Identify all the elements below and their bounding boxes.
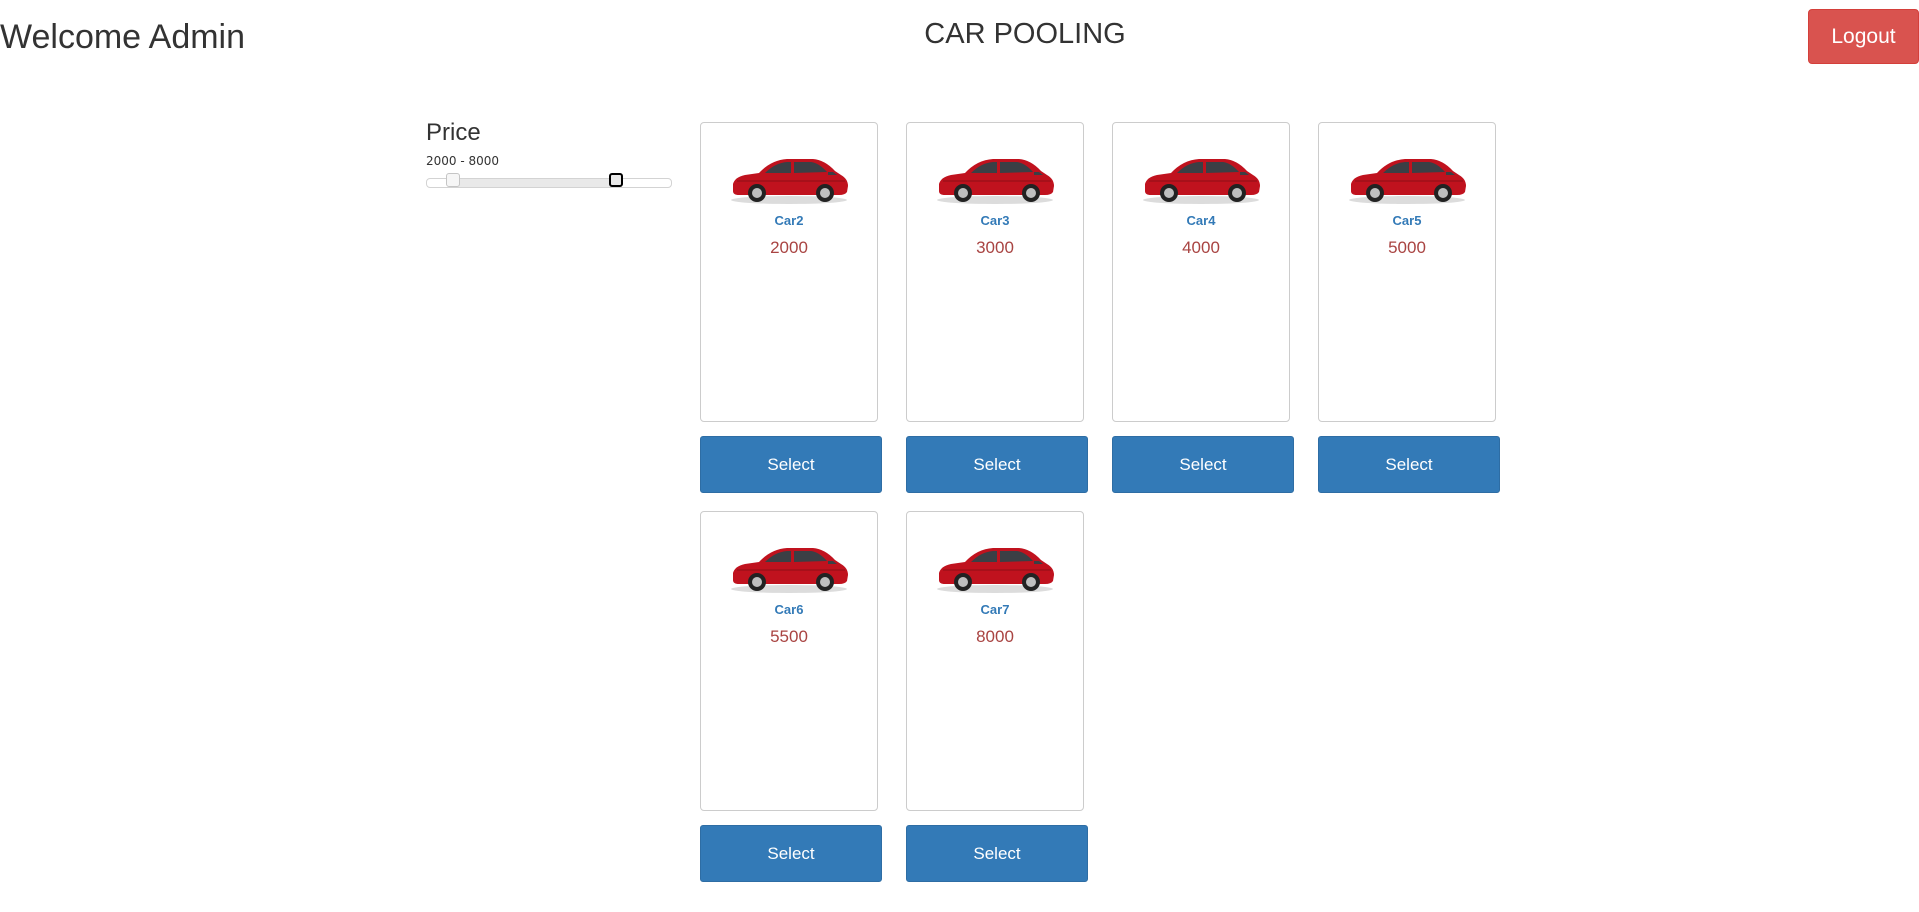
car-item-car5: Car5 5000 Select — [1318, 122, 1500, 493]
car-price: 2000 — [770, 238, 808, 257]
price-slider-range — [454, 179, 617, 187]
car-price: 8000 — [976, 627, 1014, 646]
red-car-icon — [937, 159, 1054, 204]
price-slider[interactable] — [426, 173, 672, 188]
select-button[interactable]: Select — [700, 825, 882, 882]
car-name[interactable]: Car4 — [1113, 213, 1289, 228]
car-card: Car5 5000 — [1318, 122, 1496, 422]
select-button[interactable]: Select — [1112, 436, 1294, 493]
car-card: Car3 3000 — [906, 122, 1084, 422]
app-title: CAR POOLING — [924, 18, 1126, 50]
price-filter: Price 2000 - 8000 — [426, 118, 672, 188]
car-grid: Car2 2000 Select Car3 3000 Select Car4 4… — [700, 122, 1506, 882]
car-item-car6: Car6 5500 Select — [700, 511, 882, 882]
price-range-text: 2000 - 8000 — [426, 154, 500, 168]
car-item-car2: Car2 2000 Select — [700, 122, 882, 493]
select-button[interactable]: Select — [906, 436, 1088, 493]
red-car-icon — [731, 548, 848, 593]
red-car-icon — [1349, 159, 1466, 204]
car-name[interactable]: Car5 — [1319, 213, 1495, 228]
car-card: Car4 4000 — [1112, 122, 1290, 422]
logout-button[interactable]: Logout — [1808, 9, 1919, 64]
car-card: Car7 8000 — [906, 511, 1084, 811]
page: Welcome Admin CAR POOLING Logout Price 2… — [0, 0, 1919, 912]
select-button[interactable]: Select — [1318, 436, 1500, 493]
car-name[interactable]: Car2 — [701, 213, 877, 228]
car-price: 4000 — [1182, 238, 1220, 257]
red-car-icon — [1143, 159, 1260, 204]
car-item-car7: Car7 8000 Select — [906, 511, 1088, 882]
price-slider-max-handle[interactable] — [608, 173, 623, 187]
select-button[interactable]: Select — [700, 436, 882, 493]
car-price: 5500 — [770, 627, 808, 646]
red-car-icon — [937, 548, 1054, 593]
red-car-icon — [731, 159, 848, 204]
car-item-car3: Car3 3000 Select — [906, 122, 1088, 493]
car-item-car4: Car4 4000 Select — [1112, 122, 1294, 493]
car-name[interactable]: Car3 — [907, 213, 1083, 228]
car-price: 3000 — [976, 238, 1014, 257]
car-name[interactable]: Car7 — [907, 602, 1083, 617]
car-card: Car6 5500 — [700, 511, 878, 811]
car-name[interactable]: Car6 — [701, 602, 877, 617]
car-price: 5000 — [1388, 238, 1426, 257]
select-button[interactable]: Select — [906, 825, 1088, 882]
car-card: Car2 2000 — [700, 122, 878, 422]
price-filter-title: Price — [426, 119, 481, 146]
price-slider-min-handle[interactable] — [446, 173, 461, 187]
